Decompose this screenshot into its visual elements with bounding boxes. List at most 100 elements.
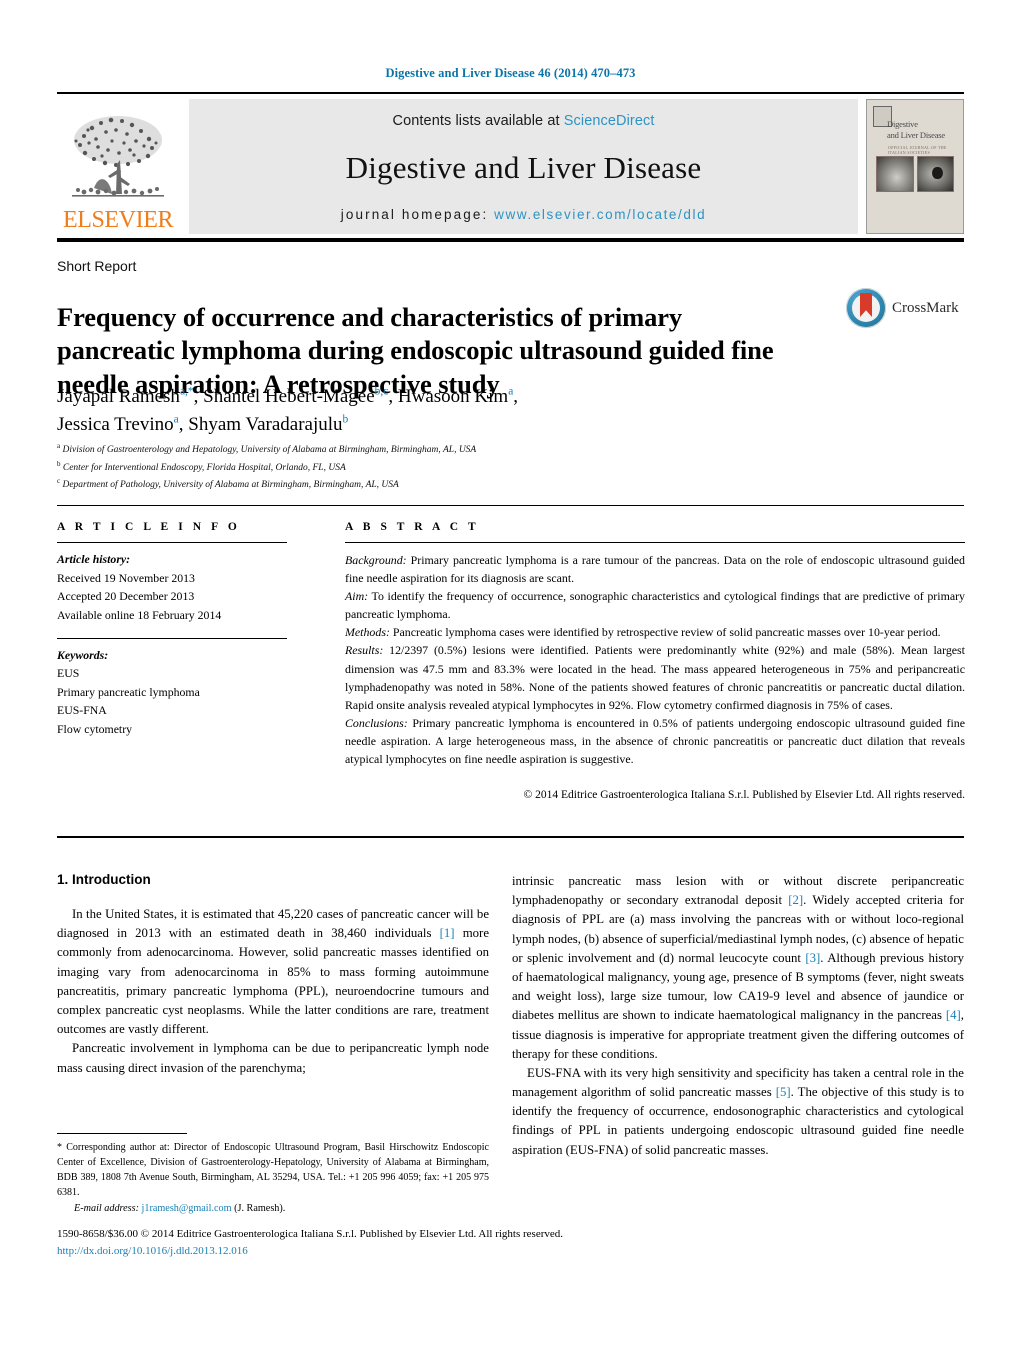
author-name-3: Jessica Trevino — [57, 413, 174, 435]
masthead-top-rule — [57, 92, 964, 94]
affiliation-list: a Division of Gastroenterology and Hepat… — [57, 441, 797, 494]
contents-available-line: Contents lists available at ScienceDirec… — [393, 113, 655, 129]
keyword-item-2: EUS-FNA — [57, 703, 107, 718]
author-list: Jayapal Ramesha,*, Shantel Hebert-Mageeb… — [57, 385, 519, 435]
masthead-bottom-rule — [57, 238, 964, 242]
email-owner: (J. Ramesh). — [234, 1202, 286, 1214]
author-marks-2: a — [508, 385, 514, 398]
keyword-item-3: Flow cytometry — [57, 722, 133, 736]
article-info-column: A R T I C L E I N F O Article history: R… — [57, 521, 287, 739]
running-head: Digestive and Liver Disease 46 (2014) 47… — [385, 66, 636, 80]
journal-homepage-line: journal homepage: www.elsevier.com/locat… — [341, 207, 706, 222]
affiliation-text-2: Department of Pathology, University of A… — [62, 480, 399, 491]
paragraph: EUS-FNA with its very high sensitivity a… — [512, 1065, 965, 1157]
imprint-line: 1590-8658/$36.00 © 2014 Editrice Gastroe… — [57, 1228, 564, 1240]
affiliation-row: a Division of Gastroenterology and Hepat… — [57, 441, 797, 459]
email-link[interactable]: j1ramesh@gmail.com — [142, 1203, 232, 1214]
journal-title: Digestive and Liver Disease — [345, 150, 702, 185]
crossmark-badge-group[interactable]: CrossMark — [846, 286, 964, 330]
abstract-band-bottom-rule — [57, 836, 964, 838]
body-column-left: 1. Introduction In the United States, it… — [57, 872, 489, 1078]
doi-link[interactable]: http://dx.doi.org/10.1016/j.dld.2013.12.… — [57, 1243, 677, 1260]
abstract-label-3: Results: — [345, 643, 384, 658]
history-item-1: Accepted 20 December 2013 — [57, 589, 195, 604]
abstract-copyright: © 2014 Editrice Gastroenterologica Itali… — [523, 789, 965, 802]
paragraph: In the United States, it is estimated th… — [57, 907, 489, 1037]
article-page: Digestive and Liver Disease 46 (2014) 47… — [0, 0, 1021, 1351]
journal-cover-thumbnail: Digestive and Liver Disease OFFICIAL JOU… — [866, 99, 964, 234]
body-column-right: intrinsic pancreatic mass lesion with or… — [512, 872, 964, 1160]
cover-scan-right — [916, 156, 954, 192]
author-marks-4: b — [342, 413, 349, 426]
history-item-0: Received 19 November 2013 — [57, 570, 195, 585]
elsevier-tree-icon — [72, 116, 164, 197]
affiliation-text-0: Division of Gastroenterology and Hepatol… — [62, 445, 477, 456]
footnote-corresponding-text: * Corresponding author at: Director of E… — [57, 1142, 489, 1198]
sciencedirect-link[interactable]: ScienceDirect — [564, 113, 655, 129]
cover-scan-left — [876, 156, 914, 192]
cover-title-line1: Digestive — [887, 119, 918, 129]
footnote-rule — [57, 1133, 187, 1134]
cover-title-line2: and Liver Disease — [887, 130, 945, 141]
abstract-column: A B S T R A C T Background: Primary panc… — [345, 521, 965, 801]
author-name-0: Jayapal Ramesh — [57, 386, 180, 407]
affiliation-mark-0: a — [57, 442, 61, 450]
citation-link[interactable]: [1] — [440, 926, 455, 940]
author-name-1: Shantel Hebert-Magee — [203, 386, 375, 407]
abstract-text-3: 12/2397 (0.5%) lesions were identified. … — [345, 643, 965, 712]
imprint-block: 1590-8658/$36.00 © 2014 Editrice Gastroe… — [57, 1226, 677, 1260]
author-name-2: Hwasoon Kim — [397, 386, 509, 407]
masthead-center-panel: Contents lists available at ScienceDirec… — [189, 99, 858, 234]
author-marks-3: a — [173, 413, 179, 426]
keyword-item-0: EUS — [57, 666, 80, 681]
introduction-text-left: In the United States, it is estimated th… — [57, 905, 489, 1078]
footnote-email-line: E-mail address: j1ramesh@gmail.com (J. R… — [57, 1202, 489, 1217]
article-info-heading: A R T I C L E I N F O — [57, 521, 241, 533]
abstract-underline — [345, 542, 965, 543]
journal-masthead: ELSEVIER Contents lists available at Sci… — [57, 92, 964, 234]
affiliation-text-1: Center for Interventional Endoscopy, Flo… — [62, 462, 346, 473]
citation-link[interactable]: [3] — [805, 951, 820, 965]
cover-subtitle: OFFICIAL JOURNAL OF THE ITALIAN SOCIETIE… — [888, 145, 947, 155]
abstract-body: Background: Primary pancreatic lymphoma … — [345, 551, 965, 768]
abstract-heading: A B S T R A C T — [345, 521, 480, 533]
abstract-label-1: Aim: — [345, 589, 369, 604]
author-name-4: Shyam Varadarajulu — [188, 413, 343, 435]
elsevier-wordmark: ELSEVIER — [62, 207, 174, 233]
abstract-text-0: Primary pancreatic lymphoma is a rare tu… — [345, 553, 965, 586]
homepage-url-link[interactable]: www.elsevier.com/locate/dld — [494, 207, 706, 222]
history-item-2: Available online 18 February 2014 — [57, 607, 222, 622]
keywords-block: Keywords: EUS Primary pancreatic lymphom… — [57, 646, 287, 739]
paragraph: intrinsic pancreatic mass lesion with or… — [512, 874, 964, 1061]
abstract-label-0: Background: — [345, 553, 407, 567]
crossmark-label: CrossMark — [892, 299, 959, 316]
abstract-section: Results: 12/2397 (0.5%) lesions were ide… — [345, 641, 965, 713]
affiliation-mark-2: c — [57, 477, 61, 486]
abstract-section: Methods: Pancreatic lymphoma cases were … — [345, 623, 965, 641]
abstract-label-2: Methods: — [345, 625, 390, 640]
abstract-section: Conclusions: Primary pancreatic lymphoma… — [345, 714, 965, 768]
abstract-section: Background: Primary pancreatic lymphoma … — [345, 551, 965, 587]
keywords-label: Keywords: — [57, 647, 109, 662]
introduction-heading: 1. Introduction — [57, 872, 151, 887]
abstract-text-4: Primary pancreatic lymphoma is encounter… — [345, 715, 965, 767]
citation-link[interactable]: [5] — [776, 1085, 791, 1099]
elsevier-logo: ELSEVIER — [57, 99, 179, 234]
crossmark-icon — [846, 288, 886, 328]
abstract-band-top-rule — [57, 505, 964, 506]
affiliation-row: c Department of Pathology, University of… — [57, 476, 797, 494]
introduction-text-right: intrinsic pancreatic mass lesion with or… — [512, 872, 964, 1160]
article-info-divider — [57, 637, 287, 639]
article-type-label: Short Report — [57, 258, 137, 274]
homepage-label: journal homepage: — [340, 207, 489, 222]
citation-link[interactable]: [4] — [946, 1008, 961, 1022]
paragraph: Pancreatic involvement in lymphoma can b… — [57, 1041, 489, 1075]
abstract-text-2: Pancreatic lymphoma cases were identifie… — [389, 625, 941, 640]
keyword-item-1: Primary pancreatic lymphoma — [57, 684, 200, 699]
article-history-label: Article history: — [57, 552, 131, 566]
contents-prefix: Contents lists available at — [392, 113, 564, 129]
citation-link[interactable]: [2] — [788, 893, 803, 907]
email-address-label: E-mail address: — [74, 1202, 139, 1214]
author-marks-1: b,c — [374, 385, 389, 398]
abstract-section: Aim: To identify the frequency of occurr… — [345, 587, 965, 623]
